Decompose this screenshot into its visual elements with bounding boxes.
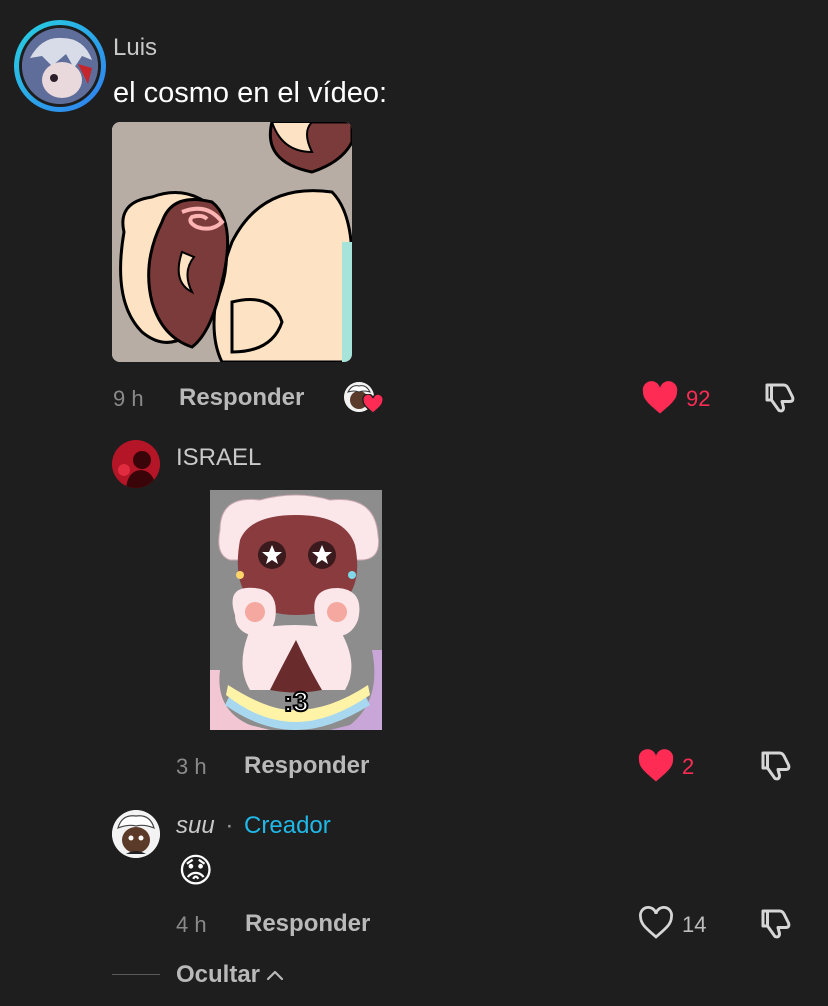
like-count: 14: [682, 912, 707, 937]
reply-button[interactable]: Responder: [179, 384, 304, 412]
dislike-button[interactable]: [761, 379, 799, 417]
like-count: 2: [682, 754, 695, 779]
comment-time: 4 h: [176, 912, 207, 937]
hide-replies-label: Ocultar: [176, 961, 261, 988]
dislike-button[interactable]: [757, 905, 795, 943]
divider-line: [112, 974, 160, 975]
heart-filled-icon: [642, 381, 678, 414]
thumbs-down-icon: [761, 909, 791, 939]
comment-emoji: 😟: [178, 852, 214, 890]
like-button[interactable]: [637, 906, 677, 942]
thumbs-down-icon: [765, 383, 795, 413]
avatar-suu[interactable]: [112, 810, 160, 858]
avatar-israel[interactable]: [112, 440, 160, 488]
comment-author[interactable]: Luis: [113, 34, 157, 62]
heart-icon: [362, 394, 384, 414]
chevron-up-icon: [266, 970, 284, 981]
thumbs-down-icon: [761, 751, 791, 781]
creator-liked-badge: [344, 382, 386, 416]
like-button[interactable]: [641, 381, 681, 417]
comment-author[interactable]: ISRAEL: [176, 444, 261, 472]
comment-text: el cosmo en el vídeo:: [113, 77, 388, 109]
comment-time: 3 h: [176, 754, 207, 779]
heart-outline-icon: [639, 906, 673, 939]
avatar-luis[interactable]: [14, 20, 106, 112]
dislike-button[interactable]: [757, 747, 795, 785]
reply-button[interactable]: Responder: [244, 752, 369, 780]
like-count: 92: [686, 386, 711, 411]
separator: ·: [225, 812, 234, 839]
comment-author-row: suu · Creador: [176, 812, 331, 840]
comment-time: 9 h: [113, 386, 144, 411]
reply-button[interactable]: Responder: [245, 910, 370, 938]
hide-replies-button[interactable]: Ocultar: [176, 961, 284, 989]
image-caption: :3: [283, 685, 310, 718]
comment-image[interactable]: :3: [210, 490, 382, 730]
comment-author[interactable]: suu: [176, 812, 215, 839]
comment-image[interactable]: [112, 122, 352, 362]
heart-filled-icon: [638, 749, 674, 782]
like-button[interactable]: [637, 749, 677, 785]
creator-label: Creador: [244, 812, 331, 839]
